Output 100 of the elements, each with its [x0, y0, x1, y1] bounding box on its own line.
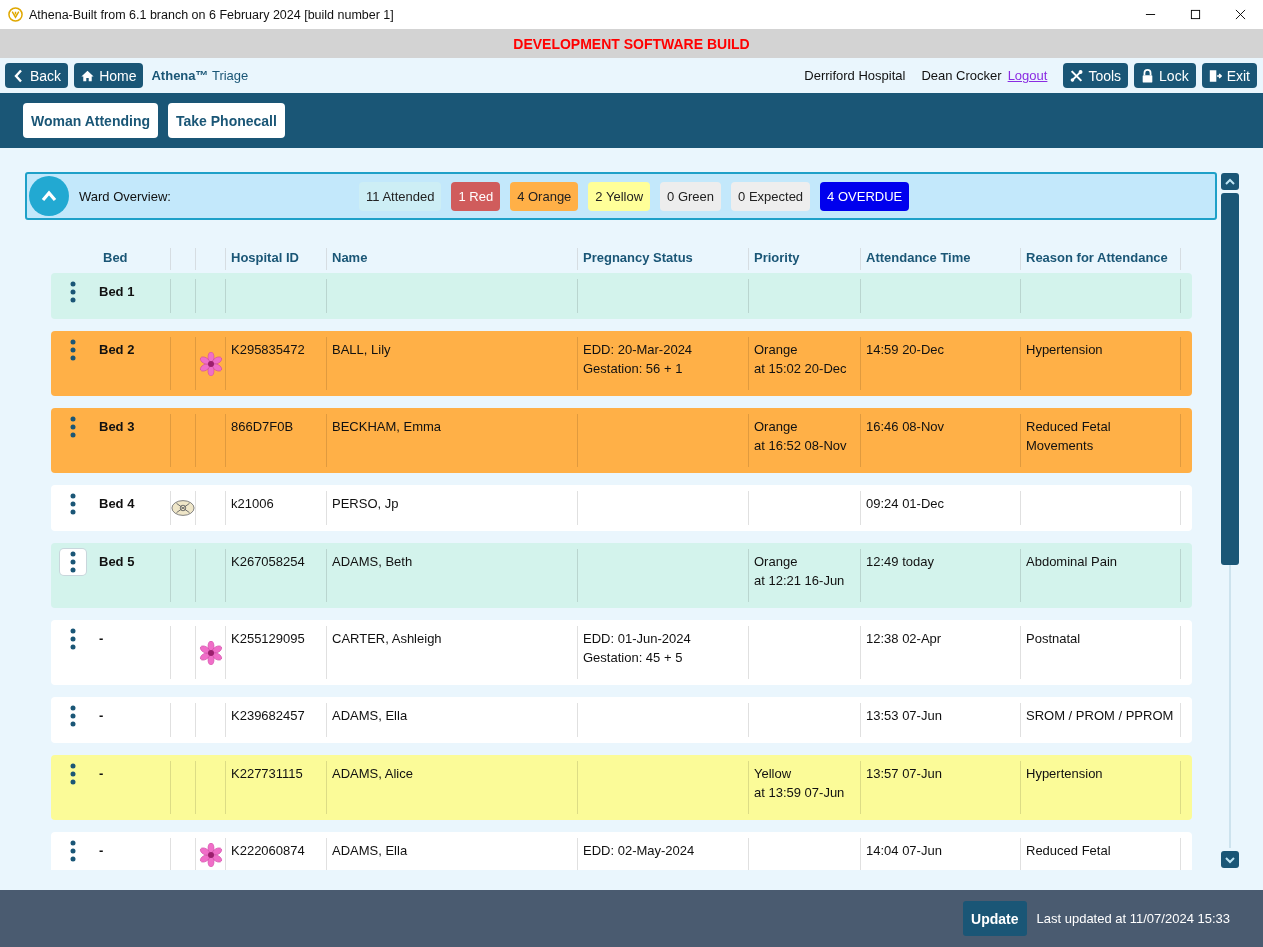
attendance-time: 16:46 08-Nov	[866, 419, 945, 434]
patient-name: PERSO, Jp	[332, 496, 399, 511]
vertical-dots-icon	[70, 705, 76, 727]
hospital-id: K227731115	[231, 766, 303, 781]
exit-door-icon	[1208, 68, 1222, 83]
scroll-up-button[interactable]	[1221, 173, 1239, 190]
woman-attending-button[interactable]: Woman Attending	[23, 103, 158, 138]
hospital-id: K222060874	[231, 843, 305, 858]
bed-label: -	[99, 843, 104, 858]
update-button[interactable]: Update	[963, 901, 1027, 936]
scroll-down-button[interactable]	[1221, 851, 1239, 868]
take-phonecall-button[interactable]: Take Phonecall	[168, 103, 285, 138]
count-chip[interactable]: 4 OVERDUE	[820, 181, 910, 211]
last-updated-text: Last updated at 11/07/2024 15:33	[1036, 911, 1230, 926]
pregnancy-status: Gestation: 45 + 5	[583, 649, 684, 667]
patient-row[interactable]: Bed 3 866D7F0B BECKHAM, Emma Orange at 16:52 08-Nov 16:46 08-Nov Reduced Fetal Movements	[51, 408, 1192, 473]
patient-name: ADAMS, Beth	[332, 554, 413, 569]
priority-text: Orange	[754, 341, 799, 359]
vertical-dots-icon	[70, 416, 76, 438]
logout-link[interactable]: Logout	[1007, 68, 1048, 83]
patient-row[interactable]: - K239682457 ADAMS, Ella 13:53 07-Jun SROM / PROM / PPROM	[51, 697, 1192, 743]
hospital-id: K255129095	[231, 631, 305, 646]
priority-text: at 16:52 08-Nov	[754, 437, 848, 455]
bed-label: Bed 4	[99, 496, 135, 511]
pregnancy-status: EDD: 20-Mar-2024	[583, 341, 694, 359]
priority-text: at 15:02 20-Dec	[754, 360, 848, 378]
patient-row[interactable]: Bed 2 K295835472 BALL, Lily EDD: 20-Mar-2024 Gestation: 56 + 1 Orange at 15:02 20-Dec 14:59 20-Dec Hypertension	[51, 331, 1192, 396]
hospital-id: K239682457	[231, 708, 305, 723]
exit-button[interactable]: Exit	[1201, 63, 1257, 88]
home-button[interactable]: Home	[74, 63, 144, 88]
flower-icon	[198, 843, 223, 867]
pregnancy-status: EDD: 01-Jun-2024	[583, 630, 692, 648]
attendance-time: 12:49 today	[866, 554, 934, 569]
attendance-time: 09:24 01-Dec	[866, 496, 945, 511]
hospital-id: 866D7F0B	[231, 419, 294, 434]
hospital-name: Derriford Hospital	[804, 68, 906, 83]
count-chip[interactable]: 1 Red	[451, 181, 501, 211]
patient-row[interactable]: Bed 4 k21006 PERSO, Jp 09:24 01-Dec	[51, 485, 1192, 531]
count-chip[interactable]: 0 Expected	[731, 181, 811, 211]
count-chip[interactable]: 2 Yellow	[588, 181, 651, 211]
window-title: Athena-Built from 6.1 branch on 6 February 2024 [build number 1]	[29, 7, 394, 22]
attendance-reason: SROM / PROM / PPROM	[1026, 708, 1174, 723]
column-header: Reason for Attendance	[1020, 248, 1180, 270]
bed-label: -	[99, 766, 104, 781]
back-button[interactable]: Back	[5, 63, 69, 88]
attendance-reason: Reduced Fetal	[1026, 843, 1111, 858]
patient-name: ADAMS, Ella	[332, 843, 408, 858]
count-chip[interactable]: 4 Orange	[510, 181, 579, 211]
column-header: Bed	[102, 249, 129, 267]
patient-name: CARTER, Ashleigh	[332, 631, 442, 646]
column-header: Attendance Time	[860, 248, 1020, 270]
pregnancy-status: Gestation: 56 + 1	[583, 360, 684, 378]
patient-row[interactable]: Bed 1	[51, 273, 1192, 319]
column-header: Hospital ID	[225, 248, 326, 270]
tools-icon	[1070, 68, 1084, 83]
priority-text: Orange	[754, 553, 799, 571]
chevron-icon	[41, 190, 57, 202]
patient-name: ADAMS, Ella	[332, 708, 408, 723]
attendance-reason: Hypertension	[1026, 766, 1103, 781]
patient-row[interactable]: Bed 5 K267058254 ADAMS, Beth Orange at 12:21 16-Jun 12:49 today Abdominal Pain	[51, 543, 1192, 608]
chevron-left-icon	[12, 68, 25, 83]
scrollbar-thumb[interactable]	[1221, 193, 1239, 565]
bed-label: Bed 2	[99, 342, 135, 357]
patient-row[interactable]: - K227731115 ADAMS, Alice Yellow at 13:59 07-Jun 13:57 07-Jun Hypertension	[51, 755, 1192, 820]
bed-label: -	[99, 631, 104, 646]
banner-text: DEVELOPMENT SOFTWARE BUILD	[513, 35, 750, 52]
row-menu-button[interactable]	[60, 549, 86, 575]
chevron-down-icon	[1224, 855, 1236, 864]
bed-label: Bed 1	[99, 284, 135, 299]
patient-name: BALL, Lily	[332, 342, 391, 357]
attendance-time: 14:04 07-Jun	[866, 843, 942, 858]
hospital-id: K295835472	[231, 342, 305, 357]
hospital-id: k21006	[231, 496, 274, 511]
priority-text: at 13:59 07-Jun	[754, 784, 846, 802]
flower-icon	[198, 640, 223, 665]
attendance-time: 14:59 20-Dec	[866, 342, 945, 357]
vertical-dots-icon	[70, 281, 76, 303]
attendance-reason: Abdominal Pain	[1026, 554, 1118, 569]
patient-name: ADAMS, Alice	[332, 766, 413, 781]
flower-icon	[198, 351, 223, 376]
attendance-reason: Hypertension	[1026, 342, 1103, 357]
patient-row[interactable]: - K222060874 ADAMS, Ella EDD: 02-May-2024 14:04 07-Jun Reduced Fetal	[51, 832, 1192, 870]
collapse-button[interactable]	[29, 176, 69, 216]
overview-label: Ward Overview:	[79, 188, 172, 204]
patient-row[interactable]: - K255129095 CARTER, Ashleigh EDD: 01-Jun-2024 Gestation: 45 + 5 12:38 02-Apr Postnatal	[51, 620, 1192, 685]
attendance-reason: Postnatal	[1026, 631, 1081, 646]
count-chip[interactable]: 11 Attended	[359, 181, 442, 211]
chevron-up-icon	[1224, 177, 1236, 186]
attendance-time: 13:53 07-Jun	[866, 708, 942, 723]
attendance-reason: Reduced Fetal Movements	[1026, 419, 1111, 453]
lock-icon	[1141, 68, 1155, 83]
lock-button[interactable]: Lock	[1134, 63, 1196, 88]
vertical-dots-icon	[70, 339, 76, 361]
tools-button[interactable]: Tools	[1063, 63, 1129, 88]
count-chip[interactable]: 0 Green	[660, 181, 722, 211]
vertical-dots-icon	[70, 763, 76, 785]
app-logo-icon	[8, 7, 23, 22]
pregnancy-status: EDD: 02-May-2024	[583, 842, 696, 860]
column-header: Pregnancy Status	[577, 248, 748, 270]
app-name: Athena™ Triage	[151, 68, 249, 83]
